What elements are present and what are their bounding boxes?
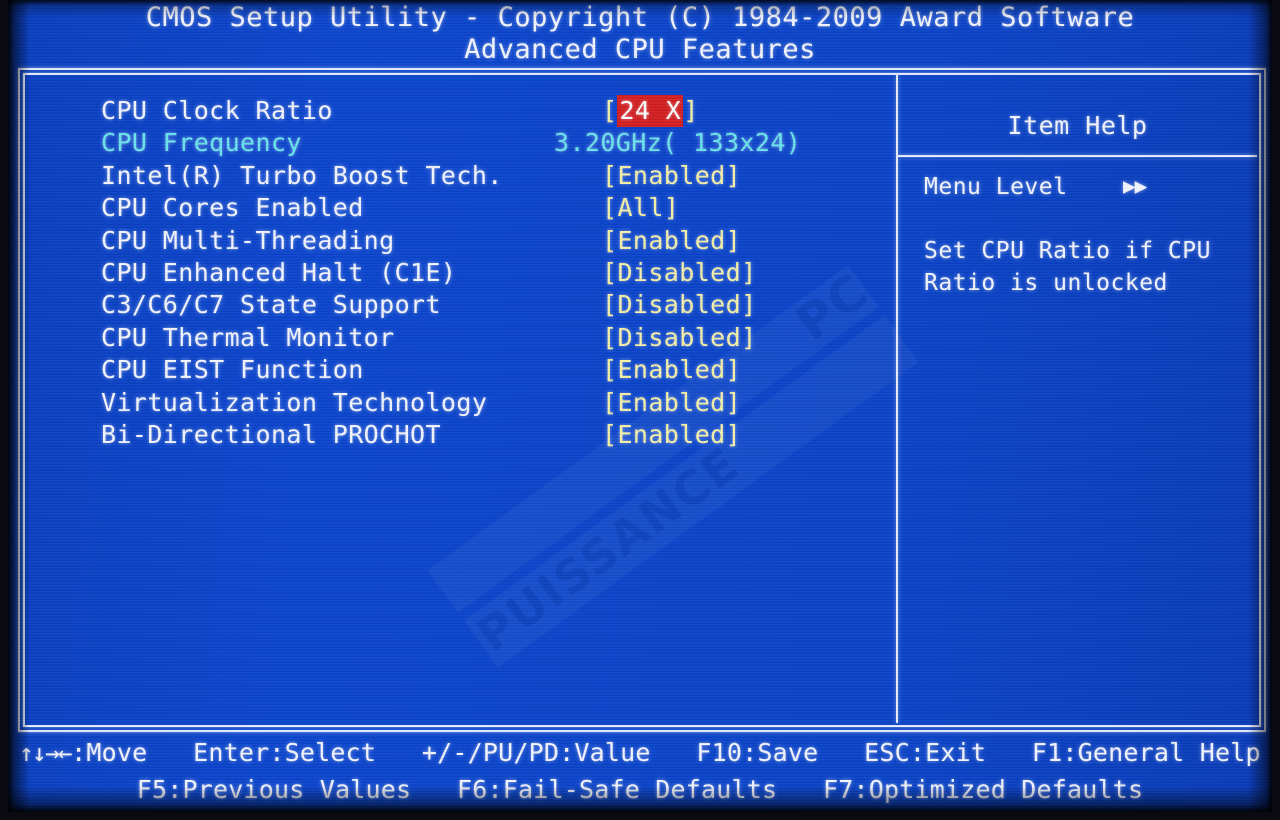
- setting-value: 3.20GHz( 133x24): [554, 127, 801, 159]
- value-text: Disabled: [617, 258, 742, 287]
- value-bracket-open: [: [602, 160, 618, 190]
- setting-label: Bi-Directional PROCHOT: [101, 420, 441, 449]
- setting-label: CPU Frequency: [101, 128, 302, 158]
- value-bracket-open: [: [602, 387, 618, 417]
- menu-level-label: Menu Level: [924, 174, 1068, 200]
- setting-value[interactable]: [Enabled]: [602, 354, 741, 386]
- setting-value[interactable]: [Disabled]: [602, 322, 757, 354]
- item-help-header-divider: [898, 155, 1257, 157]
- move-arrows-icon: ↑↓→←: [19, 739, 72, 767]
- setting-value[interactable]: [Enabled]: [602, 160, 741, 192]
- setting-label: C3/C6/C7 State Support: [101, 290, 441, 320]
- setting-row[interactable]: CPU Multi-Threading [Enabled]: [8, 225, 896, 257]
- value-text: Enabled: [617, 355, 726, 385]
- item-help-title: Item Help: [1007, 111, 1148, 140]
- value-bracket-open: [: [602, 193, 618, 223]
- setting-value[interactable]: [Disabled]: [602, 289, 757, 321]
- value-bracket-open: [: [602, 225, 618, 255]
- value-text: 3.20GHz( 133x24): [554, 128, 802, 158]
- setting-row[interactable]: CPU Enhanced Halt (C1E) [Disabled]: [8, 257, 896, 289]
- setting-value[interactable]: [Enabled]: [602, 387, 741, 419]
- footer-hotkeys-line-2: F5:Previous Values F6:Fail-Safe Defaults…: [136, 775, 1144, 804]
- menu-level-arrows-icon: ▶▶: [1123, 174, 1147, 198]
- setting-row[interactable]: CPU Cores Enabled [All]: [8, 192, 896, 224]
- setting-label: CPU Multi-Threading: [101, 225, 395, 255]
- value-bracket-close: ]: [725, 420, 742, 449]
- setting-row[interactable]: CPU Clock Ratio [24 X]: [8, 95, 896, 127]
- value-text: All: [617, 193, 664, 223]
- value-bracket-open: [: [602, 258, 618, 287]
- value-text: Disabled: [617, 322, 742, 352]
- setting-label: CPU EIST Function: [101, 355, 364, 385]
- footer-hotkeys-line-1-text: :Move Enter:Select +/-/PU/PD:Value F10:S…: [71, 738, 1261, 767]
- footer-hotkeys-line-1: ↑↓→←:Move Enter:Select +/-/PU/PD:Value F…: [8, 737, 1272, 769]
- value-bracket-open: [: [602, 290, 618, 320]
- setting-row[interactable]: Virtualization Technology [Enabled]: [8, 387, 896, 419]
- value-bracket-close: ]: [741, 322, 757, 352]
- value-bracket-open: [: [602, 96, 618, 125]
- setting-label: CPU Enhanced Halt (C1E): [101, 258, 457, 287]
- setting-row[interactable]: Bi-Directional PROCHOT [Enabled]: [8, 419, 896, 451]
- value-bracket-close: ]: [725, 160, 742, 190]
- selected-value-highlight: 24 X: [617, 95, 684, 127]
- value-bracket-close: ]: [683, 96, 699, 125]
- value-text: Enabled: [617, 387, 726, 417]
- item-help-text-line-1: Set CPU Ratio if CPU: [924, 238, 1211, 264]
- setting-label: Virtualization Technology: [101, 387, 488, 417]
- value-bracket-open: [: [602, 355, 618, 385]
- setting-value[interactable]: [Enabled]: [602, 225, 741, 257]
- setting-label: CPU Thermal Monitor: [101, 322, 395, 352]
- setting-value[interactable]: [24 X]: [602, 95, 699, 127]
- settings-list: CPU Clock Ratio [24 X] CPU Frequency 3.20GH…: [8, 0, 896, 660]
- value-bracket-open: [: [602, 420, 618, 449]
- value-bracket-open: [: [602, 322, 618, 352]
- setting-value[interactable]: [Enabled]: [602, 419, 741, 451]
- setting-row[interactable]: C3/C6/C7 State Support [Disabled]: [8, 289, 896, 321]
- setting-value[interactable]: [All]: [602, 192, 679, 224]
- value-text: Enabled: [617, 225, 726, 255]
- setting-label: Intel(R) Turbo Boost Tech.: [101, 160, 503, 190]
- value-text: Disabled: [617, 290, 742, 320]
- setting-value[interactable]: [Disabled]: [602, 257, 757, 289]
- value-text: Enabled: [617, 160, 726, 190]
- setting-row[interactable]: CPU Thermal Monitor [Disabled]: [8, 322, 896, 354]
- panel-divider: [896, 75, 898, 723]
- setting-label: CPU Clock Ratio: [101, 96, 333, 125]
- value-bracket-close: ]: [741, 258, 757, 287]
- value-bracket-close: ]: [725, 225, 742, 255]
- value-bracket-close: ]: [663, 193, 680, 223]
- crt-display-area: CMOS Setup Utility - Copyright (C) 1984-…: [8, 0, 1272, 812]
- setting-row[interactable]: CPU Frequency 3.20GHz( 133x24): [8, 127, 896, 159]
- bios-screen: CMOS Setup Utility - Copyright (C) 1984-…: [0, 0, 1280, 820]
- value-bracket-close: ]: [725, 355, 742, 385]
- setting-label: CPU Cores Enabled: [101, 193, 364, 223]
- value-text: Enabled: [617, 420, 726, 449]
- setting-row[interactable]: CPU EIST Function [Enabled]: [8, 354, 896, 386]
- value-bracket-close: ]: [725, 387, 742, 417]
- value-bracket-close: ]: [741, 290, 757, 320]
- setting-row[interactable]: Intel(R) Turbo Boost Tech. [Enabled]: [8, 160, 896, 192]
- item-help-text-line-2: Ratio is unlocked: [924, 270, 1168, 296]
